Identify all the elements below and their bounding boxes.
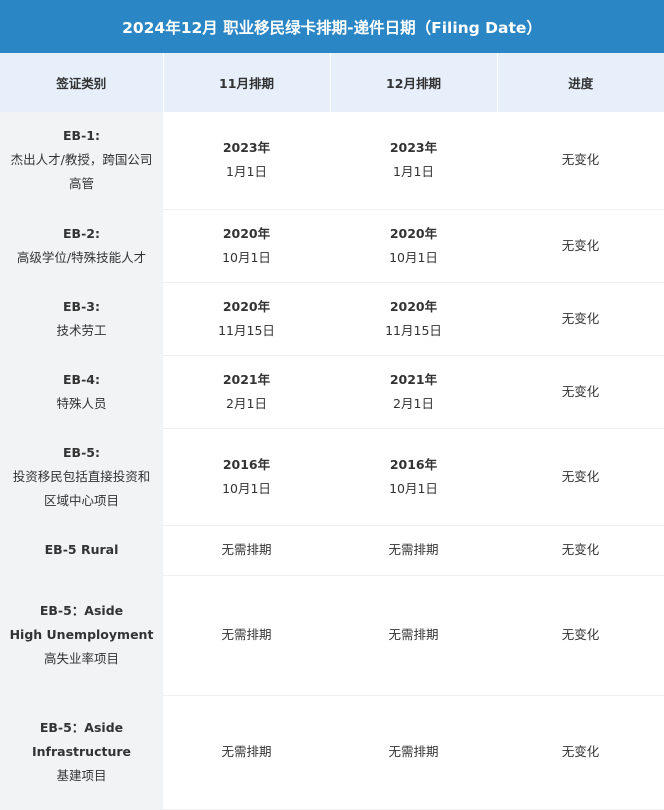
table-row: EB-4: 特殊人员 2021年 2月1日 2021年 2月1日 无变化 — [0, 355, 664, 429]
category-cell: EB-1: 杰出人才/教授，跨国公司 高管 — [0, 112, 163, 210]
date-year: 2021年 — [389, 371, 438, 387]
date-year: 2023年 — [389, 140, 438, 156]
november-date: 2016年 10月1日 — [163, 428, 330, 526]
category-desc: 高级学位/特殊技能人才 — [16, 249, 147, 265]
header-december: 12月排期 — [329, 53, 497, 112]
november-date: 2020年 11月15日 — [163, 282, 330, 356]
table-row: EB-5: 投资移民包括直接投资和 区域中心项目 2016年 10月1日 201… — [0, 428, 664, 526]
date-day: 2月1日 — [393, 395, 434, 411]
category-cell: EB-5 Rural — [0, 525, 163, 576]
november-date: 2021年 2月1日 — [163, 355, 330, 429]
category-code: EB-2: — [63, 225, 100, 241]
date-year: 2020年 — [389, 298, 438, 314]
table-row: EB-5：Aside High Unemployment 高失业率项目 无需排期… — [0, 575, 664, 696]
date-day: 11月15日 — [218, 322, 275, 338]
category-desc: 区域中心项目 — [43, 492, 119, 508]
category-desc: 高管 — [68, 176, 94, 192]
december-date: 2020年 10月1日 — [330, 209, 497, 283]
category-code: EB-4: — [63, 371, 100, 387]
category-desc: 技术劳工 — [56, 322, 107, 338]
december-date: 2016年 10月1日 — [330, 428, 497, 526]
header-row: 签证类别 11月排期 12月排期 进度 — [0, 53, 664, 112]
november-date: 无需排期 — [163, 525, 330, 576]
date-day: 11月15日 — [385, 322, 442, 338]
date-year: 2016年 — [222, 456, 271, 472]
date-year: 2020年 — [389, 225, 438, 241]
november-date: 2023年 1月1日 — [163, 112, 330, 210]
page-title: 2024年12月 职业移民绿卡排期-递件日期（Filing Date） — [0, 0, 664, 53]
date-day: 1月1日 — [393, 164, 434, 180]
page: 2024年12月 职业移民绿卡排期-递件日期（Filing Date） 签证类别… — [0, 0, 664, 810]
category-cell: EB-5：Aside Infrastructure 基建项目 — [0, 695, 163, 810]
category-code-line2: Infrastructure — [32, 744, 131, 759]
date-day: 10月1日 — [222, 480, 271, 496]
december-date: 2021年 2月1日 — [330, 355, 497, 429]
date-year: 2020年 — [222, 225, 271, 241]
december-date: 无需排期 — [330, 695, 497, 810]
category-desc: 基建项目 — [56, 768, 107, 783]
category-code: EB-5 Rural — [44, 542, 119, 557]
category-desc: 高失业率项目 — [43, 651, 119, 666]
header-category: 签证类别 — [0, 53, 163, 112]
progress-cell: 无变化 — [497, 428, 664, 526]
date-day: 10月1日 — [389, 480, 438, 496]
date-day: 1月1日 — [226, 164, 267, 180]
category-code-line2: High Unemployment — [9, 627, 154, 642]
category-cell: EB-4: 特殊人员 — [0, 355, 163, 429]
november-date: 2020年 10月1日 — [163, 209, 330, 283]
table-row: EB-5：Aside Infrastructure 基建项目 无需排期 无需排期… — [0, 695, 664, 810]
progress-cell: 无变化 — [497, 355, 664, 429]
december-date: 2023年 1月1日 — [330, 112, 497, 210]
table-row: EB-3: 技术劳工 2020年 11月15日 2020年 11月15日 无变化 — [0, 282, 664, 356]
progress-cell: 无变化 — [497, 282, 664, 356]
progress-cell: 无变化 — [497, 525, 664, 576]
table-row: EB-1: 杰出人才/教授，跨国公司 高管 2023年 1月1日 2023年 1… — [0, 112, 664, 210]
table-row: EB-2: 高级学位/特殊技能人才 2020年 10月1日 2020年 10月1… — [0, 209, 664, 283]
december-date: 无需排期 — [330, 525, 497, 576]
date-day: 2月1日 — [226, 395, 267, 411]
november-date: 无需排期 — [163, 575, 330, 696]
category-desc: 投资移民包括直接投资和 — [12, 468, 151, 484]
category-code: EB-5: — [63, 444, 100, 460]
category-code: EB-5：Aside — [39, 720, 124, 735]
header-progress: 进度 — [496, 53, 664, 112]
progress-cell: 无变化 — [497, 112, 664, 210]
progress-cell: 无变化 — [497, 209, 664, 283]
progress-cell: 无变化 — [497, 695, 664, 810]
header-november: 11月排期 — [162, 53, 330, 112]
date-day: 10月1日 — [222, 249, 271, 265]
table-row: EB-5 Rural 无需排期 无需排期 无变化 — [0, 525, 664, 576]
category-cell: EB-2: 高级学位/特殊技能人才 — [0, 209, 163, 283]
category-desc: 杰出人才/教授，跨国公司 — [10, 152, 153, 168]
category-cell: EB-5：Aside High Unemployment 高失业率项目 — [0, 575, 163, 696]
date-day: 10月1日 — [389, 249, 438, 265]
category-code: EB-3: — [63, 298, 100, 314]
november-date: 无需排期 — [163, 695, 330, 810]
category-cell: EB-5: 投资移民包括直接投资和 区域中心项目 — [0, 428, 163, 526]
date-year: 2021年 — [222, 371, 271, 387]
date-year: 2020年 — [222, 298, 271, 314]
date-year: 2023年 — [222, 140, 271, 156]
date-year: 2016年 — [389, 456, 438, 472]
category-cell: EB-3: 技术劳工 — [0, 282, 163, 356]
visa-bulletin-table: 签证类别 11月排期 12月排期 进度 EB-1: 杰出人才/教授，跨国公司 高… — [0, 53, 664, 810]
december-date: 2020年 11月15日 — [330, 282, 497, 356]
category-desc: 特殊人员 — [56, 395, 107, 411]
december-date: 无需排期 — [330, 575, 497, 696]
progress-cell: 无变化 — [497, 575, 664, 696]
category-code: EB-5：Aside — [39, 603, 124, 618]
category-code: EB-1: — [63, 128, 100, 144]
